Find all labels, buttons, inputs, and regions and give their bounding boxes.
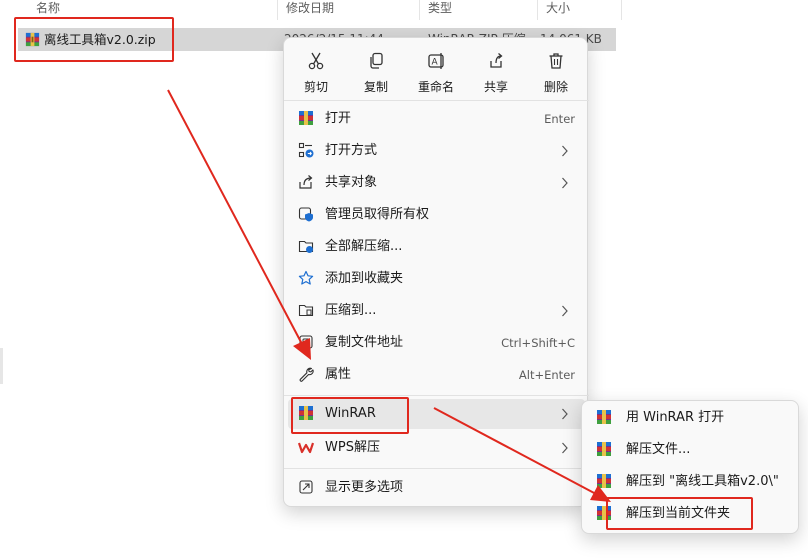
- shortcut-text: Ctrl+Shift+C: [501, 336, 575, 350]
- menu-item-more-options[interactable]: 显示更多选项: [288, 473, 585, 503]
- submenu-item-extract-to-folder[interactable]: 解压到 "离线工具箱v2.0\": [586, 467, 796, 497]
- highlight-box-extract-here: [606, 497, 753, 530]
- chevron-right-icon: [562, 408, 568, 420]
- winrar-archive-icon: [596, 409, 614, 427]
- menu-item-open[interactable]: 打开 Enter: [288, 104, 585, 134]
- menu-item-label: 打开方式: [325, 143, 378, 158]
- submenu-item-label: 用 WinRAR 打开: [626, 410, 725, 425]
- chevron-right-icon: [562, 177, 568, 189]
- menu-item-add-favorites[interactable]: 添加到收藏夹: [288, 264, 585, 294]
- col-size-header[interactable]: 大小: [538, 0, 622, 20]
- menu-item-label: 压缩到...: [325, 303, 377, 318]
- cut-button[interactable]: 剪切: [286, 50, 346, 96]
- trash-icon: [549, 53, 563, 69]
- menu-item-label: 管理员取得所有权: [325, 207, 430, 222]
- col-type-header[interactable]: 类型: [420, 0, 538, 20]
- winrar-archive-icon: [596, 441, 614, 459]
- star-icon: [298, 270, 316, 288]
- open-with-icon: [298, 142, 316, 160]
- menu-separator: [284, 100, 589, 101]
- cut-label: 剪切: [303, 80, 328, 94]
- menu-separator: [284, 468, 589, 469]
- copy-label: 复制: [363, 80, 388, 94]
- menu-item-label: WPS解压: [325, 440, 380, 455]
- highlight-box-winrar: [291, 397, 409, 434]
- menu-item-label: 添加到收藏夹: [325, 271, 404, 286]
- copy-icon: [370, 52, 383, 69]
- rename-icon: A: [428, 53, 444, 69]
- quick-actions-bar: 剪切 复制 A 重命名 共享 删除: [284, 50, 589, 96]
- shortcut-text: Alt+Enter: [518, 368, 575, 382]
- submenu-item-label: 解压文件...: [626, 442, 691, 457]
- menu-item-label: 属性: [325, 367, 352, 382]
- wps-logo-icon: [297, 439, 316, 457]
- compress-folder-icon: [298, 302, 316, 320]
- chevron-right-icon: [562, 442, 568, 454]
- folder-extract-icon: [298, 238, 316, 256]
- menu-item-label: 显示更多选项: [325, 480, 404, 495]
- delete-label: 删除: [543, 80, 568, 94]
- share-icon: [490, 53, 503, 68]
- chevron-right-icon: [562, 145, 568, 157]
- share-button[interactable]: 共享: [466, 50, 526, 96]
- submenu-item-label: 解压到 "离线工具箱v2.0\": [626, 474, 779, 489]
- delete-button[interactable]: 删除: [526, 50, 586, 96]
- menu-separator: [284, 395, 589, 396]
- col-date-header[interactable]: 修改日期: [278, 0, 420, 20]
- wrench-icon: [298, 366, 316, 384]
- scroll-edge: [0, 348, 3, 384]
- copy-button[interactable]: 复制: [346, 50, 406, 96]
- rename-button[interactable]: A 重命名: [406, 50, 466, 96]
- menu-item-label: 全部解压缩...: [325, 239, 403, 254]
- winrar-archive-icon: [298, 110, 316, 128]
- scissors-icon: [308, 52, 324, 70]
- menu-item-compress-to[interactable]: 压缩到...: [288, 296, 585, 326]
- svg-text:A: A: [432, 58, 439, 68]
- menu-item-take-ownership[interactable]: 管理员取得所有权: [288, 200, 585, 230]
- more-options-icon: [298, 479, 316, 497]
- menu-item-copy-path[interactable]: 复制文件地址 Ctrl+Shift+C: [288, 328, 585, 358]
- rename-label: 重命名: [417, 80, 454, 94]
- submenu-item-extract-files[interactable]: 解压文件...: [586, 435, 796, 465]
- menu-item-wps[interactable]: WPS解压: [288, 433, 585, 463]
- context-menu: 剪切 复制 A 重命名 共享 删除 打开 Enter 打开方式 共享对象 管理员…: [283, 37, 589, 507]
- share-icon: [298, 174, 316, 192]
- menu-item-share-with[interactable]: 共享对象: [288, 168, 585, 198]
- winrar-archive-icon: [596, 473, 614, 491]
- menu-item-open-with[interactable]: 打开方式: [288, 136, 585, 166]
- menu-item-label: 复制文件地址: [325, 335, 404, 350]
- shield-icon: [298, 206, 316, 224]
- copy-path-icon: [298, 334, 316, 352]
- menu-item-label: 共享对象: [325, 175, 378, 190]
- menu-item-label: 打开: [325, 111, 352, 126]
- highlight-box-file: [14, 17, 174, 62]
- chevron-right-icon: [562, 305, 568, 317]
- submenu-item-open-with-winrar[interactable]: 用 WinRAR 打开: [586, 403, 796, 433]
- shortcut-text: Enter: [544, 112, 575, 126]
- menu-item-extract-all[interactable]: 全部解压缩...: [288, 232, 585, 262]
- share-label: 共享: [483, 80, 508, 94]
- arrow-to-winrar: [167, 89, 303, 345]
- menu-item-properties[interactable]: 属性 Alt+Enter: [288, 360, 585, 390]
